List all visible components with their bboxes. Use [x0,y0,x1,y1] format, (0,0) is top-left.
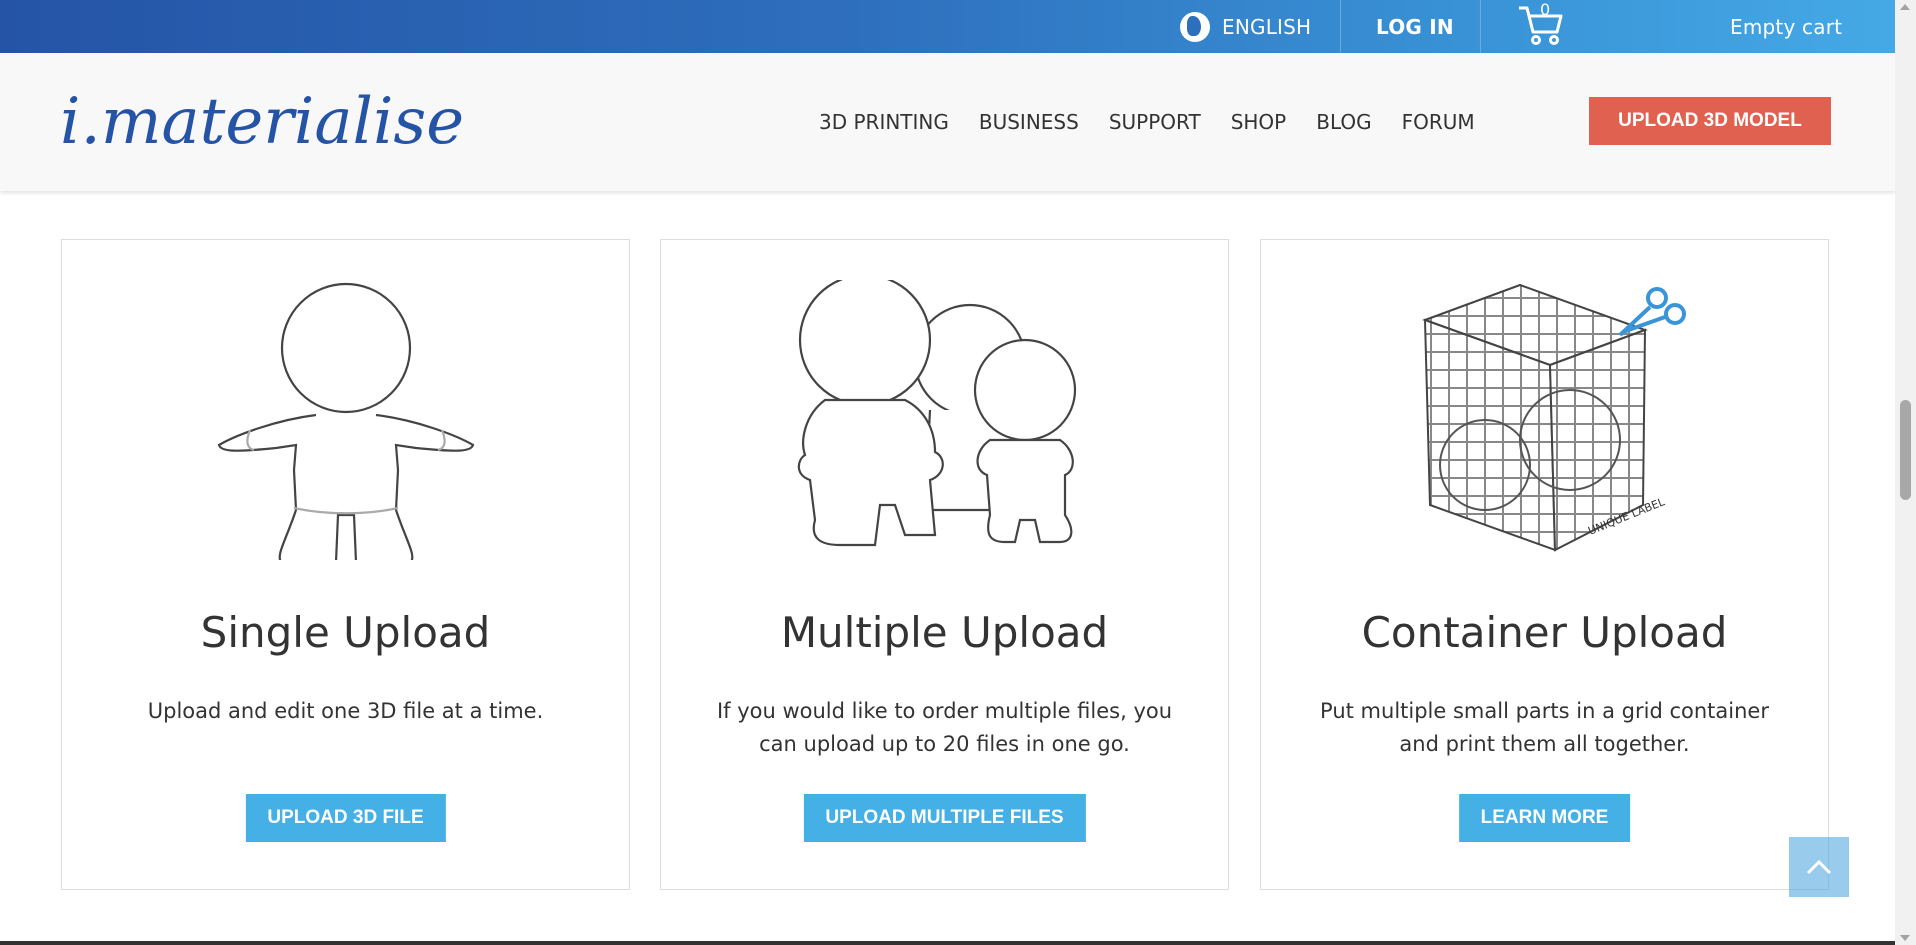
card-description: Put multiple small parts in a grid conta… [1320,699,1769,756]
divider [1340,0,1341,53]
divider [1480,0,1481,53]
nav-3d-printing[interactable]: 3D PRINTING [819,110,949,134]
back-to-top-button[interactable] [1789,837,1849,897]
chevron-up-icon [1806,859,1832,875]
nav-support[interactable]: SUPPORT [1109,110,1201,134]
card-title: Container Upload [1361,608,1728,657]
page-scrollbar[interactable] [1895,0,1916,945]
logo-text: i.materialise [60,85,464,159]
single-upload-card: Single Upload Upload and edit one 3D fil… [61,239,630,890]
single-figure-illustration [217,282,474,560]
top-bar: ENGLISH LOG IN 0 Empty cart [0,0,1895,53]
card-description: Upload and edit one 3D file at a time. [147,699,544,723]
multiple-upload-card: Multiple Upload If you would like to ord… [660,239,1229,890]
login-link[interactable]: LOG IN [1376,0,1454,53]
bottom-border [0,941,1895,945]
upload-3d-model-button[interactable]: UPLOAD 3D MODEL [1589,97,1831,145]
card-description: If you would like to order multiple file… [716,699,1173,756]
scrollbar-thumb[interactable] [1900,400,1911,500]
upload-multiple-files-button[interactable]: UPLOAD MULTIPLE FILES [803,794,1086,842]
scroll-up-arrow[interactable] [1900,4,1910,10]
nav-blog[interactable]: BLOG [1316,110,1371,134]
language-label: ENGLISH [1222,14,1312,39]
learn-more-button[interactable]: LEARN MORE [1458,794,1631,842]
upload-3d-file-button[interactable]: UPLOAD 3D FILE [245,794,446,842]
cart-status-link[interactable]: Empty cart [1730,0,1842,53]
cart-count: 0 [1540,0,1551,19]
logo[interactable]: i.materialise [60,85,510,165]
globe-icon [1180,11,1210,42]
main-header: i.materialise 3D PRINTING BUSINESS SUPPO… [0,53,1895,191]
logo-wordmark: i.materialise [60,85,464,159]
grid-container-illustration: UNIQUE LABEL [1421,283,1686,552]
nav-shop[interactable]: SHOP [1231,110,1287,134]
container-upload-card: UNIQUE LABEL Container Upload Put multip… [1260,239,1829,890]
main-nav: 3D PRINTING BUSINESS SUPPORT SHOP BLOG F… [819,53,1505,191]
nav-forum[interactable]: FORUM [1402,110,1475,134]
card-title: Multiple Upload [780,608,1109,657]
scissors-icon [1618,287,1686,337]
multiple-figures-illustration [797,280,1076,547]
nav-business[interactable]: BUSINESS [979,110,1079,134]
card-title: Single Upload [200,608,491,657]
scroll-down-arrow[interactable] [1900,935,1910,941]
login-label: LOG IN [1376,14,1454,39]
language-selector[interactable]: ENGLISH [1180,0,1311,53]
cart-status-label: Empty cart [1730,14,1843,39]
